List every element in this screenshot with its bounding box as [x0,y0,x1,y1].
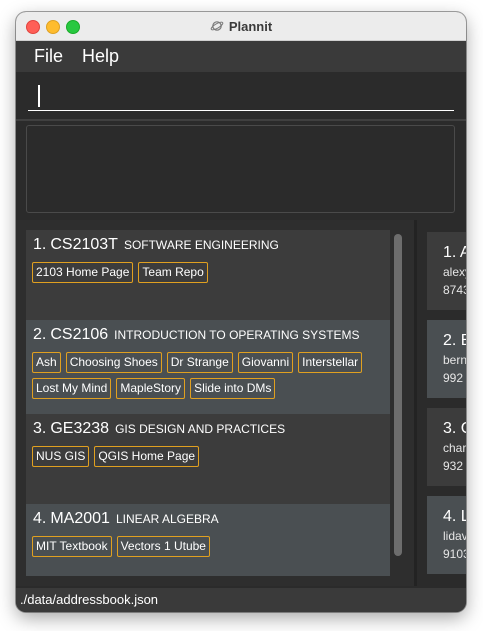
person-card[interactable]: 4. L lidav 9103 [427,496,466,574]
module-index: 1. [33,236,47,253]
lists-area: 1. CS2103T SOFTWARE ENGINEERING 2103 Home … [16,220,466,586]
menu-help[interactable]: Help [82,45,119,67]
text-caret [38,85,40,107]
link-tag[interactable]: NUS GIS [32,446,90,467]
person-email: alexy [443,265,466,279]
module-header: 4. MA2001 LINEAR ALGEBRA [33,510,219,528]
person-index: 2. [443,332,457,349]
menu-bar: File Help [16,41,466,72]
module-index: 2. [33,326,47,343]
person-header: 3. C [443,420,466,438]
person-header: 4. L [443,508,466,526]
module-name: SOFTWARE ENGINEERING [123,238,279,252]
app-window: Plannit File Help 1. CS2103T SOFTWARE ENGI… [16,12,466,612]
link-tag[interactable]: Choosing Shoes [65,352,162,373]
module-name: LINEAR ALGEBRA [115,512,219,526]
person-card[interactable]: 1. A alexy 8743 [427,232,466,310]
result-area [16,121,466,220]
result-display [26,125,455,213]
link-tag[interactable]: Slide into DMs [190,378,276,399]
person-list-panel: 1. A alexy 8743 2. B bern 992 3. C char … [417,220,466,586]
module-index: 4. [33,510,47,527]
person-name: B [461,332,466,349]
link-tags: Ash Choosing Shoes Dr Strange Giovanni I… [32,352,384,399]
link-tag[interactable]: MIT Textbook [32,536,112,557]
person-card[interactable]: 2. B bern 992 [427,320,466,398]
person-index: 4. [443,508,457,525]
module-index: 3. [33,420,47,437]
planet-icon [210,21,224,31]
module-card[interactable]: 1. CS2103T SOFTWARE ENGINEERING 2103 Home … [26,230,390,324]
command-area [16,72,466,119]
link-tags: MIT Textbook Vectors 1 Utube [32,536,384,557]
module-card[interactable]: 3. GE3238 GIS DESIGN AND PRACTICES NUS GIS… [26,414,390,508]
menu-file[interactable]: File [34,45,63,67]
module-list-panel: 1. CS2103T SOFTWARE ENGINEERING 2103 Home … [16,220,414,586]
person-index: 1. [443,244,457,261]
module-header: 3. GE3238 GIS DESIGN AND PRACTICES [33,420,285,438]
module-code: MA2001 [50,510,110,527]
module-code: CS2103T [50,236,118,253]
module-header: 2. CS2106 INTRODUCTION TO OPERATING SYSTEM… [33,326,360,344]
module-card[interactable]: 4. MA2001 LINEAR ALGEBRA MIT Textbook Vect… [26,504,390,576]
person-email: bern [443,353,466,367]
link-tag[interactable]: Giovanni [237,352,294,373]
module-card[interactable]: 2. CS2106 INTRODUCTION TO OPERATING SYSTEM… [26,320,390,414]
link-tag[interactable]: 2103 Home Page [32,262,134,283]
person-email: char [443,441,466,455]
save-location-path: ./data/addressbook.json [20,592,159,607]
link-tag[interactable]: Ash [32,352,61,373]
person-phone: 9103 [443,547,466,561]
link-tags: 2103 Home Page Team Repo [32,262,384,283]
module-code: GE3238 [50,420,110,437]
link-tag[interactable]: Lost My Mind [32,378,112,399]
module-name: INTRODUCTION TO OPERATING SYSTEMS [114,328,360,342]
window-title: Plannit [228,18,273,34]
module-header: 1. CS2103T SOFTWARE ENGINEERING [33,236,279,254]
module-code: CS2106 [50,326,109,343]
link-tag[interactable]: Vectors 1 Utube [116,536,210,557]
person-email: lidav [443,529,466,543]
module-name: GIS DESIGN AND PRACTICES [115,422,286,436]
person-phone: 992 [443,371,464,385]
link-tag[interactable]: Interstellar [298,352,363,373]
link-tag[interactable]: Dr Strange [166,352,233,373]
link-tags: NUS GIS QGIS Home Page [32,446,384,467]
person-header: 1. A [443,244,466,262]
person-index: 3. [443,420,457,437]
status-bar: ./data/addressbook.json [16,588,466,612]
link-tag[interactable]: MapleStory [116,378,186,399]
person-name: C [461,420,466,437]
person-header: 2. B [443,332,466,350]
person-name: A [459,244,466,261]
title-bar: Plannit [16,12,466,41]
link-tag[interactable]: Team Repo [138,262,208,283]
link-tag[interactable]: QGIS Home Page [94,446,200,467]
module-list-scrollbar[interactable] [394,234,402,556]
person-name: L [460,508,466,525]
person-phone: 8743 [443,283,466,297]
person-phone: 932 [443,459,464,473]
title-wrap: Plannit [16,12,466,40]
person-card[interactable]: 3. C char 932 [427,408,466,486]
command-input[interactable] [28,82,454,111]
